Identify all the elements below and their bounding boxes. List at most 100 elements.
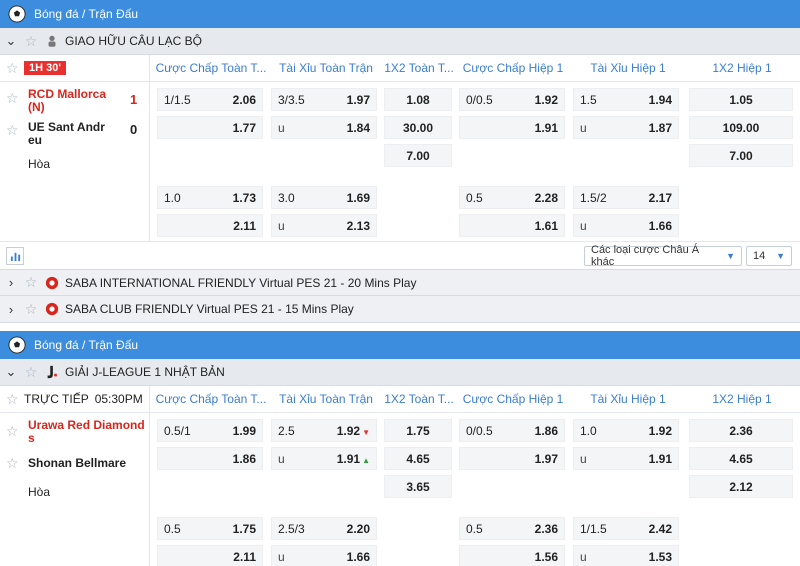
club-friendly-icon (44, 33, 60, 49)
odds-cell[interactable]: 30.00 (384, 116, 452, 139)
star-icon[interactable]: ☆ (6, 90, 19, 107)
star-icon[interactable]: ☆ (22, 33, 40, 50)
odds-cell[interactable]: 2.36 (689, 419, 793, 442)
odds-cell[interactable]: u 1.91 ▲ (271, 447, 377, 470)
odds-cell[interactable]: 2.5 1.92 ▼ (271, 419, 377, 442)
odds-up-icon: ▲ (362, 455, 370, 465)
stats-chart-button[interactable] (6, 247, 24, 265)
league-header[interactable]: ⌄ ☆ GIAO HỮU CÂU LẠC BỘ (0, 28, 800, 55)
odds-cell[interactable]: 1.56 (459, 545, 565, 566)
odds-cell[interactable]: 1.75 (384, 419, 452, 442)
odds-count-select[interactable]: 14 ▼ (746, 246, 792, 266)
star-icon[interactable]: ☆ (6, 122, 19, 139)
odds-cell[interactable]: u 1.66 (573, 214, 679, 237)
odds-cell[interactable]: 1.61 (459, 214, 565, 237)
handicap-value: 1/1.5 (580, 521, 607, 536)
sport-header[interactable]: Bóng đá / Trận Đấu (0, 331, 800, 359)
odds-cell[interactable]: 0.5 2.36 (459, 517, 565, 540)
odds-cell[interactable]: u 1.53 (573, 545, 679, 566)
col-ou-ft[interactable]: Tài Xỉu Toàn Trận (270, 386, 382, 412)
odds-value: 1.86 (534, 423, 558, 438)
col-1x2-ft[interactable]: 1X2 Toàn T... (384, 55, 454, 81)
home-team[interactable]: Urawa Red Diamond s (28, 419, 148, 445)
odds-cell[interactable]: 2.11 (157, 214, 263, 237)
odds-type-select[interactable]: Các loại cược Châu Á khác ▼ (584, 244, 742, 268)
odds-cell[interactable]: 0.5/1 1.99 (157, 419, 263, 442)
chevron-down-icon: ▼ (726, 251, 735, 261)
chevron-down-icon[interactable]: ⌄ (0, 364, 22, 380)
odds-cell[interactable]: u 1.84 (271, 116, 377, 139)
under-label: u (580, 218, 587, 233)
odds-value: 2.36 (534, 521, 558, 536)
star-icon[interactable]: ☆ (22, 301, 40, 318)
odds-cell[interactable]: 1.97 (459, 447, 565, 470)
col-handicap-h1[interactable]: Cược Chấp Hiệp 1 (457, 55, 569, 81)
home-team[interactable]: RCD Mallorca (N) (28, 88, 120, 114)
odds-cell[interactable]: 1/1.5 2.06 (157, 88, 263, 111)
away-team[interactable]: Shonan Bellmare (28, 457, 148, 470)
odds-cell[interactable]: 2.5/3 2.20 (271, 517, 377, 540)
col-handicap-ft[interactable]: Cược Chấp Toàn T... (155, 55, 267, 81)
odds-value: 7.00 (406, 148, 430, 163)
odds-cell[interactable]: 1.91 (459, 116, 565, 139)
away-team[interactable]: UE Sant Andr eu (28, 121, 120, 147)
odds-cell[interactable]: u 1.87 (573, 116, 679, 139)
match-teams: ☆ Urawa Red Diamond s ☆ Shonan Bellmare … (0, 413, 150, 566)
odds-cell[interactable]: 1/1.5 2.42 (573, 517, 679, 540)
col-handicap-h1[interactable]: Cược Chấp Hiệp 1 (457, 386, 569, 412)
col-ou-h1[interactable]: Tài Xỉu Hiệp 1 (572, 386, 684, 412)
match-row: ☆ RCD Mallorca (N) 1 ☆ UE Sant Andr eu 0… (0, 81, 800, 241)
star-icon[interactable]: ☆ (6, 423, 19, 440)
star-icon[interactable]: ☆ (22, 274, 40, 291)
odds-cell[interactable]: 1.86 (157, 447, 263, 470)
odds-cell[interactable]: 7.00 (689, 144, 793, 167)
league-header-virtual-1[interactable]: › ☆ SABA INTERNATIONAL FRIENDLY Virtual … (0, 269, 800, 296)
odds-cell[interactable]: 1.08 (384, 88, 452, 111)
odds-cell[interactable]: 1.05 (689, 88, 793, 111)
chevron-down-icon[interactable]: ⌄ (0, 33, 22, 49)
star-icon[interactable]: ☆ (6, 60, 19, 77)
odds-value: 2.28 (534, 190, 558, 205)
odds-cell[interactable]: 3.65 (384, 475, 452, 498)
odds-cell[interactable]: 1.5 1.94 (573, 88, 679, 111)
col-handicap-ft[interactable]: Cược Chấp Toàn T... (155, 386, 267, 412)
odds-cell[interactable]: 2.12 (689, 475, 793, 498)
star-icon[interactable]: ☆ (6, 455, 19, 472)
handicap-value: 0.5 (164, 521, 181, 536)
odds-cell[interactable]: 4.65 (384, 447, 452, 470)
odds-cell[interactable]: 109.00 (689, 116, 793, 139)
odds-cell[interactable]: 3.0 1.69 (271, 186, 377, 209)
under-label: u (580, 549, 587, 564)
odds-cell[interactable]: 1.0 1.92 (573, 419, 679, 442)
odds-cell[interactable]: 1.77 (157, 116, 263, 139)
odds-cell[interactable]: 0/0.5 1.92 (459, 88, 565, 111)
odds-cell[interactable]: 0.5 2.28 (459, 186, 565, 209)
chevron-right-icon[interactable]: › (0, 275, 22, 290)
odds-value: 1.92 (534, 92, 558, 107)
odds-cell[interactable]: 1.0 1.73 (157, 186, 263, 209)
odds-cell[interactable]: u 1.91 (573, 447, 679, 470)
star-icon[interactable]: ☆ (22, 364, 40, 381)
col-1x2-ft[interactable]: 1X2 Toàn T... (384, 386, 454, 412)
odds-cell[interactable]: u 2.13 (271, 214, 377, 237)
odds-cell[interactable]: 2.11 (157, 545, 263, 566)
league-header[interactable]: ⌄ ☆ GIẢI J-LEAGUE 1 NHẬT BẢN (0, 359, 800, 386)
odds-cell[interactable]: 7.00 (384, 144, 452, 167)
col-1x2-h1[interactable]: 1X2 Hiệp 1 (688, 55, 796, 81)
odds-value: 1.97 (534, 451, 558, 466)
odds-cell[interactable]: 0/0.5 1.86 (459, 419, 565, 442)
odds-cell[interactable]: 1.5/2 2.17 (573, 186, 679, 209)
col-ou-h1[interactable]: Tài Xỉu Hiệp 1 (572, 55, 684, 81)
handicap-value: 0.5 (466, 521, 483, 536)
col-1x2-h1[interactable]: 1X2 Hiệp 1 (688, 386, 796, 412)
sport-header[interactable]: Bóng đá / Trận Đấu (0, 0, 800, 28)
league-header-virtual-2[interactable]: › ☆ SABA CLUB FRIENDLY Virtual PES 21 - … (0, 296, 800, 323)
odds-cell[interactable]: u 1.66 (271, 545, 377, 566)
odds-cell[interactable]: 4.65 (689, 447, 793, 470)
chevron-right-icon[interactable]: › (0, 302, 22, 317)
odds-value: 1.05 (729, 92, 753, 107)
odds-cell[interactable]: 0.5 1.75 (157, 517, 263, 540)
star-icon[interactable]: ☆ (6, 391, 19, 408)
odds-cell[interactable]: 3/3.5 1.97 (271, 88, 377, 111)
col-ou-ft[interactable]: Tài Xỉu Toàn Trận (270, 55, 382, 81)
